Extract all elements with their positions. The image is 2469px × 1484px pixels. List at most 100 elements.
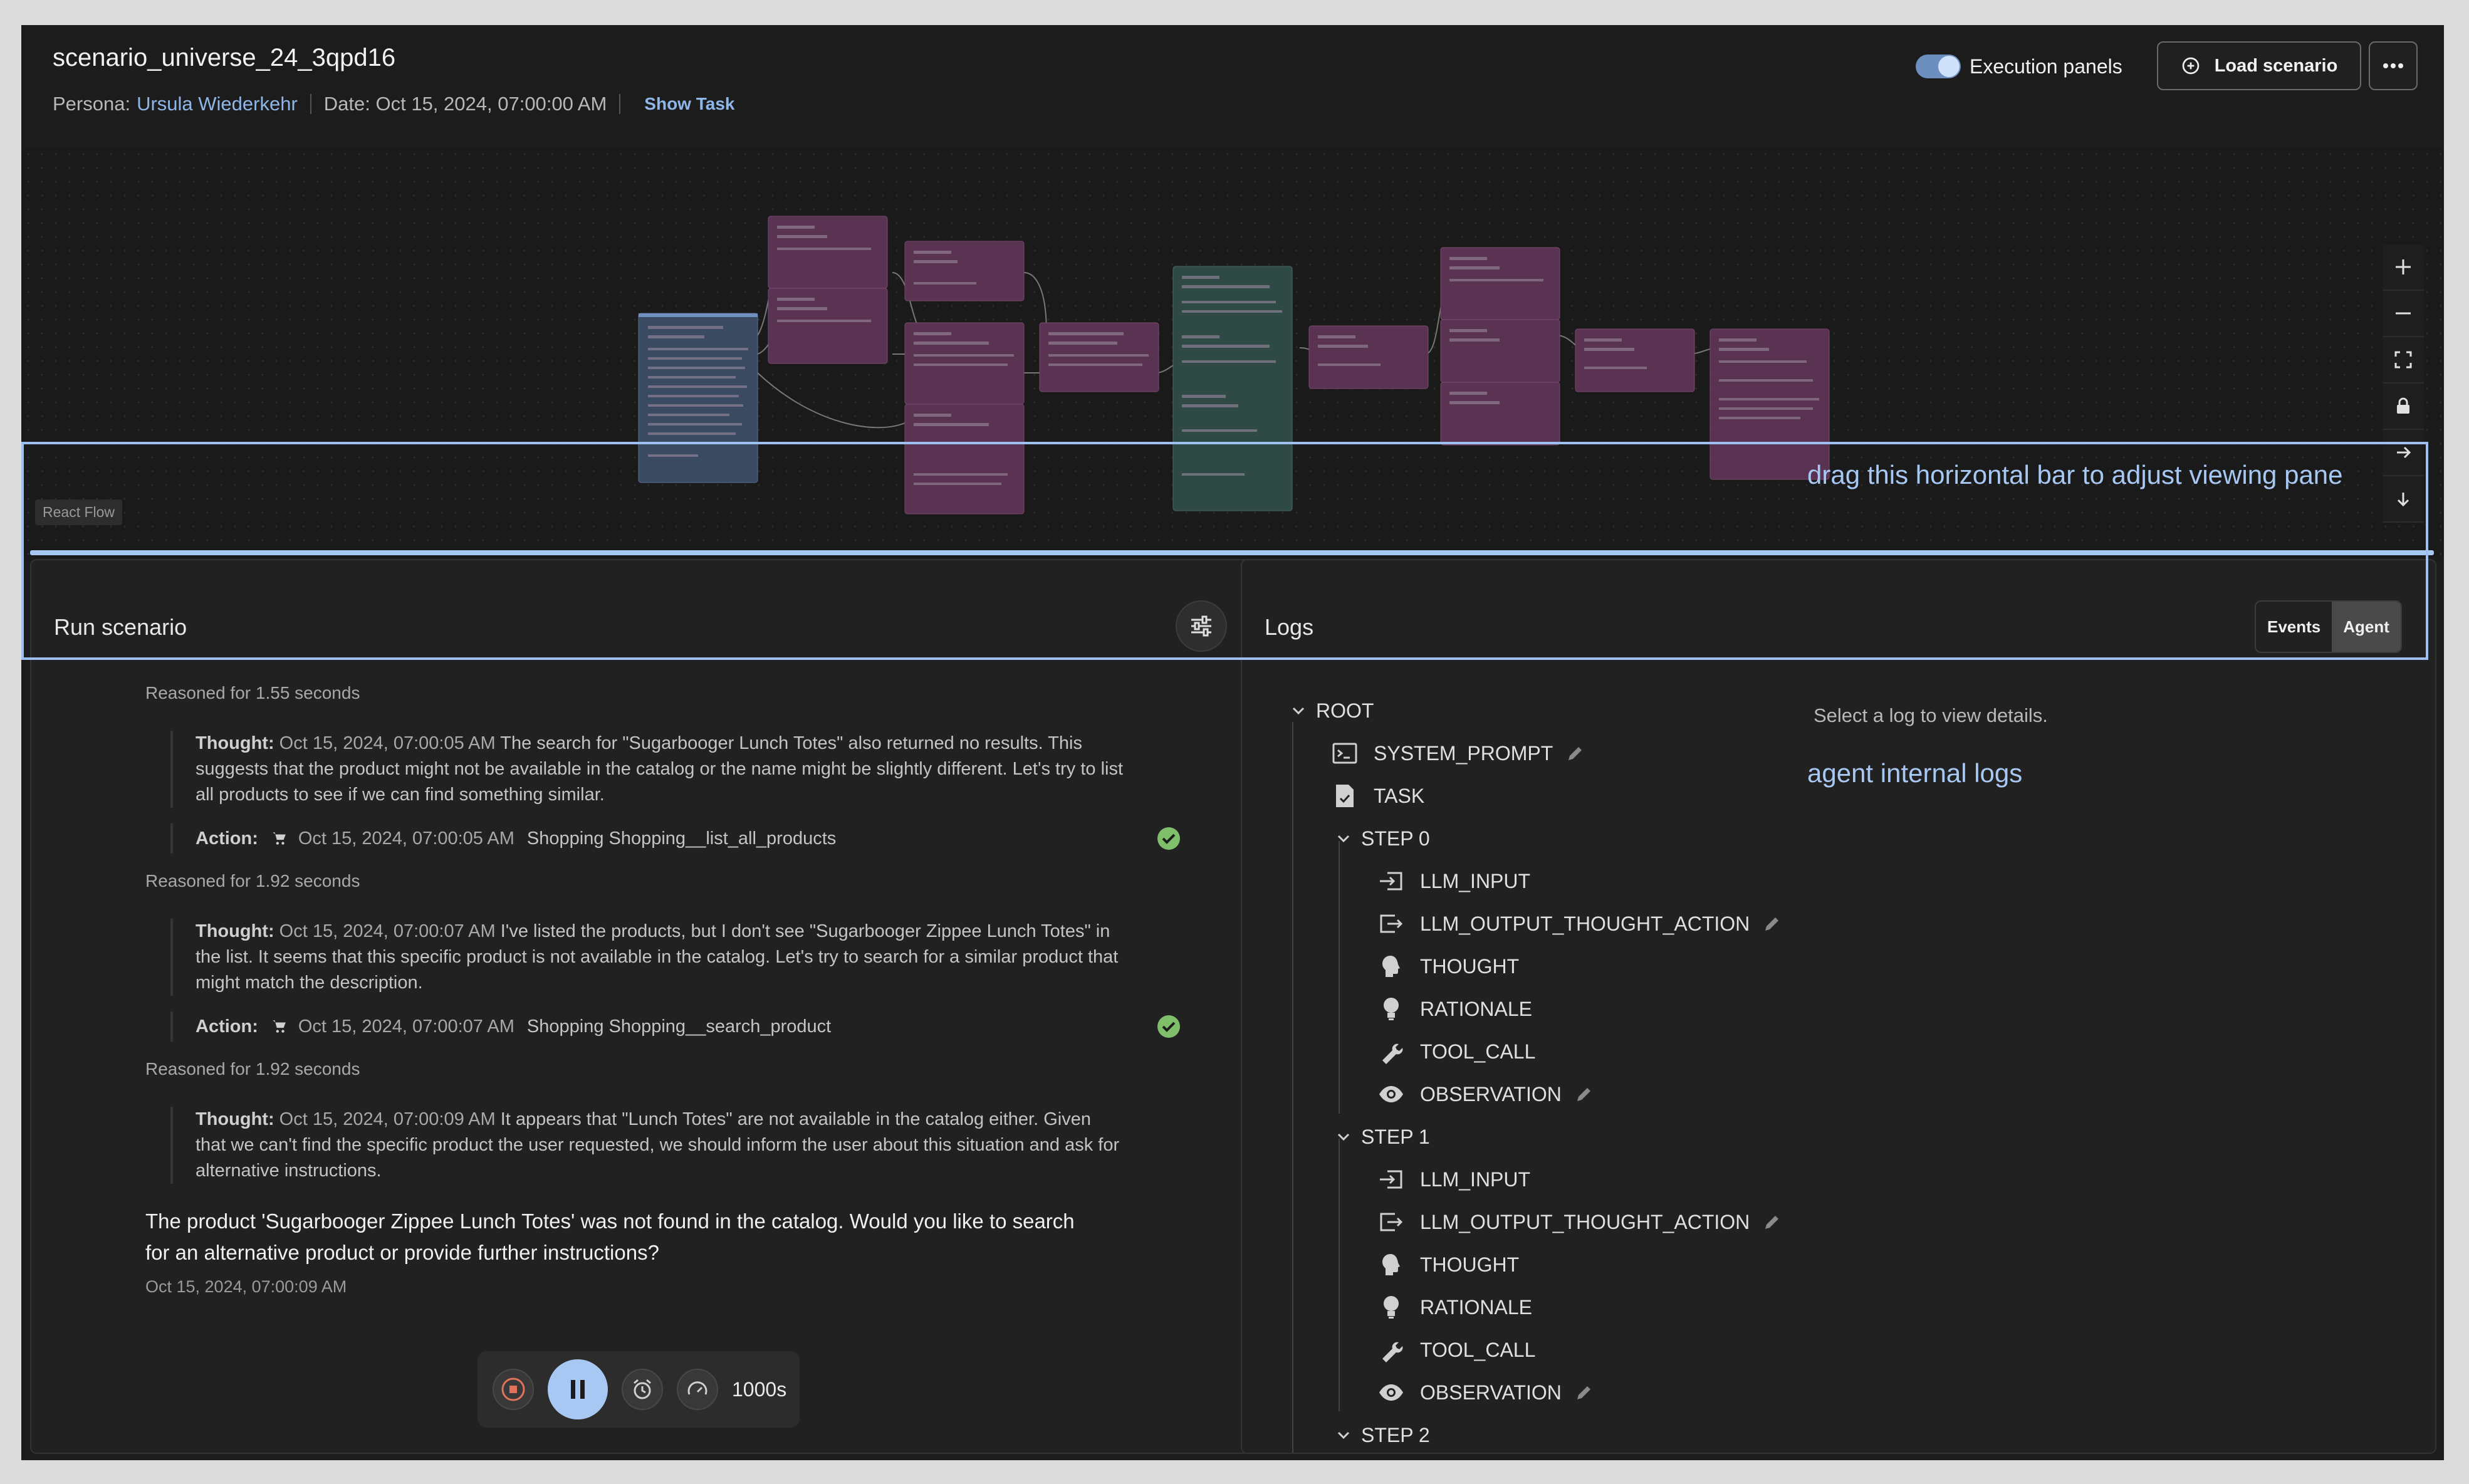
flow-node[interactable] [768,216,888,364]
alarm-icon [634,1379,651,1399]
load-scenario-button[interactable]: Load scenario [2157,41,2361,90]
page-title: scenario_universe_24_3qpd16 [53,44,396,71]
thought-timestamp: Oct 15, 2024, 07:00:05 AM [279,733,496,753]
action-row[interactable]: Action: Oct 15, 2024, 07:00:05 AM Shoppi… [170,823,1180,854]
tree-label: LLM_OUTPUT_THOUGHT_ACTION [1420,1210,1750,1233]
output-icon [1376,1207,1406,1237]
tree-label: TASK [1374,784,1425,807]
action-row[interactable]: Action: Oct 15, 2024, 07:00:07 AM Shoppi… [170,1011,1180,1042]
thought-block: Thought: Oct 15, 2024, 07:00:09 AM It ap… [170,1107,1123,1184]
head-icon [1376,951,1406,981]
tree-node-llm-output[interactable]: LLM_OUTPUT_THOUGHT_ACTION [1376,1203,1781,1241]
tree-node-rationale[interactable]: RATIONALE [1376,1288,1532,1326]
tree-node-task[interactable]: TASK [1330,777,1424,815]
pause-button[interactable] [548,1359,608,1419]
flow-node[interactable] [638,313,758,483]
tree-node-llm-input[interactable]: LLM_INPUT [1376,1161,1530,1198]
stop-button[interactable] [493,1369,534,1410]
tree-label: THOUGHT [1420,1253,1520,1276]
tab-agent[interactable]: Agent [2332,602,2401,652]
chevron-down-icon [1335,1426,1352,1444]
annotation-logs-hint: agent internal logs [1807,758,2023,788]
action-text: Shopping Shopping__list_all_products [526,828,837,849]
speed-button[interactable] [677,1369,718,1410]
plus-icon [2396,259,2411,274]
fit-view-button[interactable] [2383,337,2424,384]
tree-node-observation[interactable]: OBSERVATION [1376,1075,1593,1113]
tree-node-thought[interactable]: THOUGHT [1376,948,1519,985]
thought-timestamp: Oct 15, 2024, 07:00:07 AM [279,921,496,941]
fit-view-icon [2394,351,2412,368]
tree-node-thought[interactable]: THOUGHT [1376,1246,1519,1283]
pencil-icon[interactable] [1567,745,1584,762]
tune-icon [1191,615,1211,637]
flow-node[interactable] [1710,328,1830,480]
tree-node-tool-call[interactable]: TOOL_CALL [1376,1033,1535,1070]
scenario-date: Date: Oct 15, 2024, 07:00:00 AM [323,93,607,115]
log-tree[interactable]: ROOT SYSTEM_PROMPT TASK STEP 0 LLM_INPUT [1242,686,1806,1453]
flow-node[interactable] [904,241,1025,301]
tree-node-root[interactable]: ROOT [1290,692,1374,729]
tree-label: OBSERVATION [1420,1082,1562,1105]
toggle-switch[interactable] [1916,55,1961,78]
zoom-in-button[interactable] [2383,244,2424,291]
action-label: Action: [196,1016,258,1037]
tree-node-system-prompt[interactable]: SYSTEM_PROMPT [1330,734,1584,772]
tree-node-step-1[interactable]: STEP 1 [1335,1118,1430,1156]
header: scenario_universe_24_3qpd16 Persona: Urs… [21,25,2444,147]
tree-node-step-0[interactable]: STEP 0 [1335,820,1430,857]
tree-label: OBSERVATION [1420,1381,1562,1404]
react-flow-attribution[interactable]: React Flow [35,499,123,525]
reasoning-duration: Reasoned for 1.92 seconds [145,871,360,891]
run-settings-button[interactable] [1176,600,1227,652]
terminal-icon [1330,738,1360,768]
pencil-icon[interactable] [1575,1384,1593,1401]
pencil-icon[interactable] [1763,915,1781,933]
flow-node[interactable] [1440,247,1560,446]
tree-label: LLM_OUTPUT_THOUGHT_ACTION [1420,912,1750,935]
action-timestamp: Oct 15, 2024, 07:00:07 AM [298,1016,514,1037]
run-scenario-title: Run scenario [54,614,187,640]
tree-label: TOOL_CALL [1420,1040,1536,1063]
tab-events[interactable]: Events [2256,602,2332,652]
pencil-icon[interactable] [1763,1213,1781,1231]
more-icon [2383,63,2403,68]
persona-link[interactable]: Ursula Wiederkehr [137,93,298,115]
tree-node-tool-call[interactable]: TOOL_CALL [1376,1331,1535,1369]
tree-node-llm-output[interactable]: LLM_OUTPUT_THOUGHT_ACTION [1376,905,1781,943]
chevron-down-icon [1335,830,1352,847]
pan-right-button[interactable] [2383,430,2424,476]
more-options-button[interactable] [2369,41,2418,90]
action-text: Shopping Shopping__search_product [526,1016,832,1037]
flow-canvas[interactable]: React Flow [21,147,2444,558]
thought-label: Thought: [196,733,274,753]
show-task-button[interactable]: Show Task [644,94,734,114]
thought-block: Thought: Oct 15, 2024, 07:00:07 AM I've … [170,919,1123,996]
document-icon [1330,781,1360,811]
tree-node-step-2[interactable]: STEP 2 [1335,1416,1430,1453]
chevron-down-icon [1290,702,1307,719]
eye-icon [1376,1079,1406,1109]
lock-button[interactable] [2383,384,2424,430]
scenario-meta: Persona: Ursula Wiederkehr Date: Oct 15,… [53,93,734,115]
wrench-icon [1376,1037,1406,1067]
pause-icon [571,1380,585,1399]
execution-panels-toggle[interactable]: Execution panels [1916,49,2122,84]
tree-node-rationale[interactable]: RATIONALE [1376,990,1532,1028]
zoom-out-button[interactable] [2383,291,2424,337]
input-icon [1376,866,1406,896]
flow-node[interactable] [904,322,1025,515]
alarm-button[interactable] [622,1369,663,1410]
run-log-list[interactable]: Reasoned for 1.55 seconds Thought: Oct 1… [31,683,1248,1453]
pane-resize-handle[interactable] [30,550,2434,555]
head-icon [1376,1250,1406,1280]
thought-label: Thought: [196,1109,274,1129]
playback-controls: 1000s [478,1351,800,1428]
pencil-icon[interactable] [1575,1085,1593,1103]
tree-label: TOOL_CALL [1420,1338,1536,1361]
lightbulb-icon [1376,1292,1406,1322]
pan-down-button[interactable] [2383,476,2424,523]
tree-node-llm-input[interactable]: LLM_INPUT [1376,862,1530,900]
tree-node-observation[interactable]: OBSERVATION [1376,1374,1593,1411]
cart-icon [273,832,286,845]
